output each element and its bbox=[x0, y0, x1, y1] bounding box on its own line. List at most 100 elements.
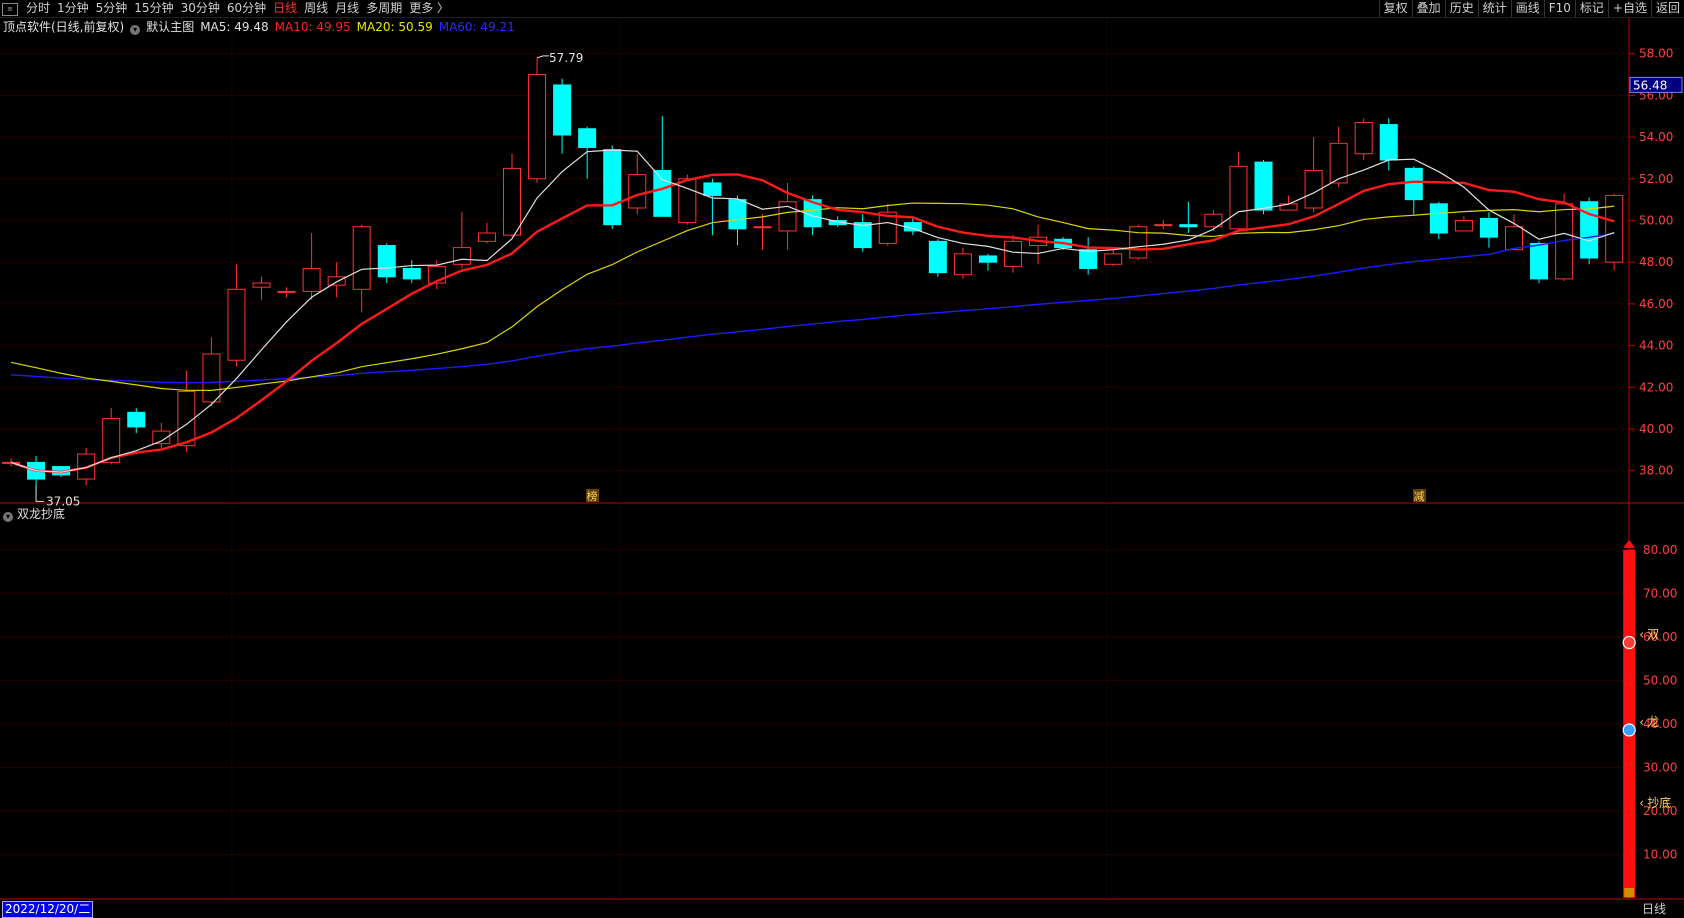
ma60-line bbox=[10, 232, 1615, 384]
high-price-label: 57.79 bbox=[549, 51, 583, 65]
candle-body bbox=[603, 149, 622, 226]
candle-body bbox=[953, 253, 972, 276]
candle-body bbox=[202, 353, 221, 403]
indicator-tick-label: 10.00 bbox=[1643, 847, 1677, 861]
candle bbox=[953, 247, 972, 279]
candle bbox=[377, 243, 396, 284]
candle bbox=[402, 260, 421, 284]
candle-body bbox=[703, 182, 722, 196]
candle bbox=[1004, 235, 1022, 273]
price-tick-label: 42.00 bbox=[1639, 380, 1673, 394]
candle bbox=[753, 214, 772, 250]
price-tick-label: 48.00 bbox=[1639, 255, 1673, 269]
signal-label: 龙 bbox=[1647, 715, 1659, 729]
candle bbox=[553, 78, 572, 154]
candle bbox=[1530, 241, 1549, 284]
candle-body bbox=[753, 226, 772, 229]
indicator-tick-label: 80.00 bbox=[1643, 543, 1677, 557]
candle-body bbox=[1605, 194, 1624, 263]
candle bbox=[1580, 197, 1599, 265]
indicator-tick-label: 70.00 bbox=[1643, 586, 1677, 600]
candle bbox=[1229, 151, 1248, 230]
candle bbox=[1479, 212, 1498, 248]
candle-body bbox=[853, 222, 872, 249]
candle-body bbox=[978, 255, 997, 263]
price-tick-label: 58.00 bbox=[1639, 47, 1673, 61]
candle bbox=[1104, 249, 1123, 267]
candle bbox=[1404, 166, 1423, 215]
candle-body bbox=[277, 290, 296, 293]
indicator-tick-label: 30.00 bbox=[1643, 760, 1677, 774]
candle-body bbox=[1179, 224, 1198, 228]
candle-body bbox=[327, 276, 346, 286]
price-tick-label: 52.00 bbox=[1639, 172, 1673, 186]
price-tick-label: 38.00 bbox=[1639, 464, 1673, 478]
candle bbox=[853, 214, 872, 252]
price-tick-label: 54.00 bbox=[1639, 130, 1673, 144]
event-mark-label: 榜 bbox=[587, 489, 598, 503]
footer-bar: 2022/12/20/二 日线 bbox=[0, 900, 1684, 918]
candle bbox=[1129, 224, 1148, 261]
low-marker-arrow bbox=[35, 485, 45, 502]
candle bbox=[477, 222, 496, 244]
candle bbox=[302, 233, 321, 300]
candle-body bbox=[477, 232, 496, 242]
candle-body bbox=[1429, 203, 1448, 234]
candle-body bbox=[1379, 124, 1398, 161]
candle bbox=[1454, 216, 1473, 232]
candle bbox=[327, 262, 346, 298]
candle-body bbox=[227, 288, 246, 361]
high-marker-arrow bbox=[536, 55, 550, 59]
candle bbox=[1079, 237, 1098, 275]
dropdown-icon[interactable]: ▾ bbox=[3, 512, 13, 522]
candle bbox=[1429, 201, 1448, 240]
candle bbox=[252, 276, 271, 300]
candle-body bbox=[352, 226, 371, 290]
candle bbox=[928, 239, 947, 277]
candle bbox=[703, 178, 722, 236]
price-tick-label: 50.00 bbox=[1639, 213, 1673, 227]
price-tick-label: 44.00 bbox=[1639, 339, 1673, 353]
signal-label: 双 bbox=[1647, 628, 1659, 642]
candle bbox=[1304, 137, 1323, 213]
candle bbox=[503, 153, 521, 238]
current-price-label: 56.48 bbox=[1633, 78, 1667, 92]
candle bbox=[603, 145, 622, 229]
signal-ball bbox=[1622, 723, 1636, 737]
candle-body bbox=[553, 84, 572, 136]
candle-body bbox=[1530, 242, 1549, 280]
cursor-date: 2022/12/20/二 bbox=[2, 901, 94, 918]
candle-body bbox=[402, 267, 421, 280]
candle-body bbox=[578, 128, 597, 149]
indicator-header: ▾ 双龙抄底 bbox=[3, 505, 65, 522]
candle-body bbox=[1004, 240, 1022, 267]
candle-body bbox=[302, 267, 321, 292]
candle bbox=[1605, 193, 1624, 271]
candle bbox=[1254, 160, 1273, 215]
candle-body bbox=[728, 199, 747, 230]
candle-body bbox=[377, 245, 396, 278]
period-label[interactable]: 日线 bbox=[1642, 900, 1666, 918]
event-mark-label: 减 bbox=[1414, 490, 1425, 503]
candle bbox=[878, 203, 897, 246]
candle-body bbox=[628, 174, 647, 209]
candle bbox=[578, 126, 597, 179]
candle bbox=[1179, 201, 1198, 234]
candle bbox=[277, 287, 296, 298]
chart-area: 58.0056.0054.0052.0050.0048.0046.0044.00… bbox=[0, 18, 1684, 900]
indicator-bar-top-arrow bbox=[1623, 539, 1636, 548]
candle-body bbox=[252, 282, 271, 288]
candle-body bbox=[1079, 249, 1098, 269]
candle bbox=[528, 57, 547, 183]
candle-body bbox=[1404, 167, 1423, 201]
indicator-name[interactable]: 双龙抄底 bbox=[17, 507, 65, 521]
candle bbox=[628, 153, 647, 215]
candle-body bbox=[127, 411, 146, 428]
candle bbox=[227, 264, 246, 367]
indicator-bar-base bbox=[1624, 888, 1635, 897]
candle bbox=[1154, 220, 1173, 229]
candle-body bbox=[678, 178, 697, 224]
signal-ball bbox=[1622, 635, 1636, 650]
price-tick-label: 40.00 bbox=[1639, 422, 1673, 436]
signal-arrow: ‹ bbox=[1639, 628, 1644, 642]
